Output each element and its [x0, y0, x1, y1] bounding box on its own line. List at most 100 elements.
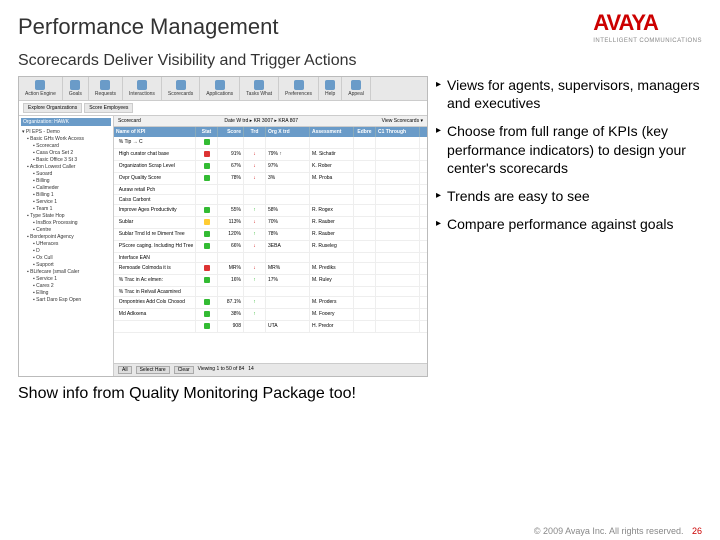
- status-icon: [204, 231, 210, 237]
- col-score[interactable]: Score: [218, 127, 244, 137]
- toolbar-scorecards[interactable]: Scorecards: [162, 77, 200, 100]
- select-hare-button[interactable]: Select Hare: [136, 366, 170, 374]
- toolbar-tasks-what[interactable]: Tasks What: [240, 77, 279, 100]
- table-row[interactable]: PScore caging. Including Hd Tree66%↓3EBA…: [114, 241, 427, 253]
- date-from[interactable]: W trd: [236, 118, 248, 124]
- date-to[interactable]: KR 3007: [254, 118, 273, 124]
- tree-item[interactable]: ▪ Sart Daro Esp Open: [21, 296, 111, 303]
- toolbar-label: Tasks What: [246, 91, 272, 97]
- grid-footer: All Select Hare Clear Viewing 1 to 50 of…: [114, 363, 427, 376]
- col-ct[interactable]: C1 Through: [376, 127, 420, 137]
- tab-explore-organizations[interactable]: Explore Organizations: [23, 103, 82, 113]
- tree-item[interactable]: ▪ UHeraces: [21, 240, 111, 247]
- bullet-marker-icon: ▸: [436, 78, 441, 112]
- col-trend[interactable]: Trd: [244, 127, 266, 137]
- trend-up-icon: ↑: [253, 299, 256, 305]
- toolbar-appeal[interactable]: Appeal: [342, 77, 371, 100]
- col-assess[interactable]: Assessment: [310, 127, 354, 137]
- view-label: View: [382, 118, 393, 124]
- tree-item[interactable]: ▪ Type State Hop: [21, 212, 111, 219]
- status-icon: [204, 219, 210, 225]
- tree-item[interactable]: ▪ Service 1: [21, 198, 111, 205]
- tree-item[interactable]: ▪ Cares 2: [21, 282, 111, 289]
- trend-up-icon: ↑: [253, 311, 256, 317]
- slide-footer: © 2009 Avaya Inc. All rights reserved. 2…: [534, 526, 702, 536]
- table-row[interactable]: Md Adkxena38%↑M. Fooery: [114, 309, 427, 321]
- toolbar-action-engine[interactable]: Action Engine: [19, 77, 63, 100]
- bullet-list: ▸Views for agents, supervisors, managers…: [436, 76, 702, 377]
- table-row[interactable]: Remoade Colmoda it isMR%↓MR%M. Prediks: [114, 263, 427, 275]
- toolbar-help[interactable]: Help: [319, 77, 342, 100]
- table-row[interactable]: % Trac in Relvail Acasmired: [114, 287, 427, 297]
- toolbar-preferences[interactable]: Preferences: [279, 77, 319, 100]
- col-org[interactable]: Org X trd: [266, 127, 310, 137]
- tree-item[interactable]: ▪ Calimeder: [21, 184, 111, 191]
- clear-button[interactable]: Clear: [174, 366, 194, 374]
- toolbar-label: Scorecards: [168, 91, 193, 97]
- table-row[interactable]: Improve Ages Productivity55%↑58%R. Rogex: [114, 205, 427, 217]
- toolbar-requests[interactable]: Requests: [89, 77, 123, 100]
- copyright: © 2009 Avaya Inc. All rights reserved.: [534, 526, 684, 536]
- col-stat[interactable]: Stat: [196, 127, 218, 137]
- status-icon: [204, 175, 210, 181]
- table-row[interactable]: Organization Scrap Level67%↓97%K. Rober: [114, 161, 427, 173]
- table-row[interactable]: Sublar113%↓70%R. Rauber: [114, 217, 427, 229]
- tree-item[interactable]: ▪ Support: [21, 261, 111, 268]
- tree-item[interactable]: ▪ Team 1: [21, 205, 111, 212]
- scorecard-grid: Scorecard Date W trd ▸ KR 3007 ▸ KRA 807…: [114, 116, 427, 376]
- tree-item[interactable]: ▾ PI EPS - Demo: [21, 128, 111, 135]
- toolbar-label: Preferences: [285, 91, 312, 97]
- date-suffix[interactable]: KRA 807: [278, 118, 298, 124]
- table-row[interactable]: % Tip → C: [114, 137, 427, 149]
- tree-item[interactable]: ▪ Basic GHs Work Access: [21, 135, 111, 142]
- trend-down-icon: ↓: [253, 151, 256, 157]
- bullet-marker-icon: ▸: [436, 189, 441, 205]
- select-all-button[interactable]: All: [118, 366, 132, 374]
- col-more[interactable]: Edbre: [354, 127, 376, 137]
- table-row[interactable]: Auraw retail Pch: [114, 185, 427, 195]
- table-row[interactable]: Interface EAN: [114, 253, 427, 263]
- tree-item[interactable]: ▪ Borderpoint Agency: [21, 233, 111, 240]
- trend-down-icon: ↓: [253, 163, 256, 169]
- app-toolbar: Action EngineGoals Requests Interactions Sc…: [19, 77, 427, 101]
- view-select[interactable]: Scorecards: [394, 118, 419, 124]
- table-row[interactable]: High curator chat base91%↓79% ↑M. Sichat…: [114, 149, 427, 161]
- tree-item[interactable]: ▪ Elling: [21, 289, 111, 296]
- toolbar-label: Requests: [95, 91, 116, 97]
- tab-score-employees[interactable]: Score Employees: [84, 103, 133, 113]
- tree-item[interactable]: ▪ Scorecard: [21, 142, 111, 149]
- table-row[interactable]: Sublar Trnd Id re Diment Tree120%↑78%R. …: [114, 229, 427, 241]
- table-row[interactable]: Caiss Carbont: [114, 195, 427, 205]
- toolbar-label: Interactions: [129, 91, 155, 97]
- table-row[interactable]: Ornpontries Add Cols Chosod87.1%↑M. Prod…: [114, 297, 427, 309]
- tree-item[interactable]: ▪ D: [21, 247, 111, 254]
- status-icon: [204, 163, 210, 169]
- toolbar-applications[interactable]: Applications: [200, 77, 240, 100]
- brand-tagline: INTELLIGENT COMMUNICATIONS: [593, 38, 702, 44]
- status-icon: [204, 299, 210, 305]
- trend-down-icon: ↓: [253, 265, 256, 271]
- col-name[interactable]: Name of KPI: [114, 127, 196, 137]
- status-icon: [204, 323, 210, 329]
- table-row[interactable]: % Trac in Ac elmen:16%↑17%M. Ruley: [114, 275, 427, 287]
- table-row[interactable]: 908UTAH. Predor: [114, 321, 427, 333]
- tree-item[interactable]: ▪ Centre: [21, 226, 111, 233]
- tree-item[interactable]: ▪ BLifecare (small Caler: [21, 268, 111, 275]
- table-row[interactable]: Ovpr Quality Score78%↓3%M. Proba: [114, 173, 427, 185]
- tree-item[interactable]: ▪ Ox Cull: [21, 254, 111, 261]
- toolbar-icon: [70, 80, 80, 90]
- status-icon: [204, 277, 210, 283]
- tree-item[interactable]: ▪ Service 1: [21, 275, 111, 282]
- tree-item[interactable]: ▪ Basic Office 3 St 3: [21, 156, 111, 163]
- tree-item[interactable]: ▪ Casa Orca Set 2: [21, 149, 111, 156]
- tree-item[interactable]: ▪ Billing 1: [21, 191, 111, 198]
- tree-item[interactable]: ▪ Suoard: [21, 170, 111, 177]
- tree-item[interactable]: ▪ Action Lowest Caller: [21, 163, 111, 170]
- toolbar-goals[interactable]: Goals: [63, 77, 89, 100]
- toolbar-interactions[interactable]: Interactions: [123, 77, 162, 100]
- status-icon: [204, 139, 210, 145]
- page-number-input[interactable]: 14: [248, 366, 254, 374]
- toolbar-icon: [35, 80, 45, 90]
- tree-item[interactable]: ▪ InsBox Processing: [21, 219, 111, 226]
- tree-item[interactable]: ▪ Billing: [21, 177, 111, 184]
